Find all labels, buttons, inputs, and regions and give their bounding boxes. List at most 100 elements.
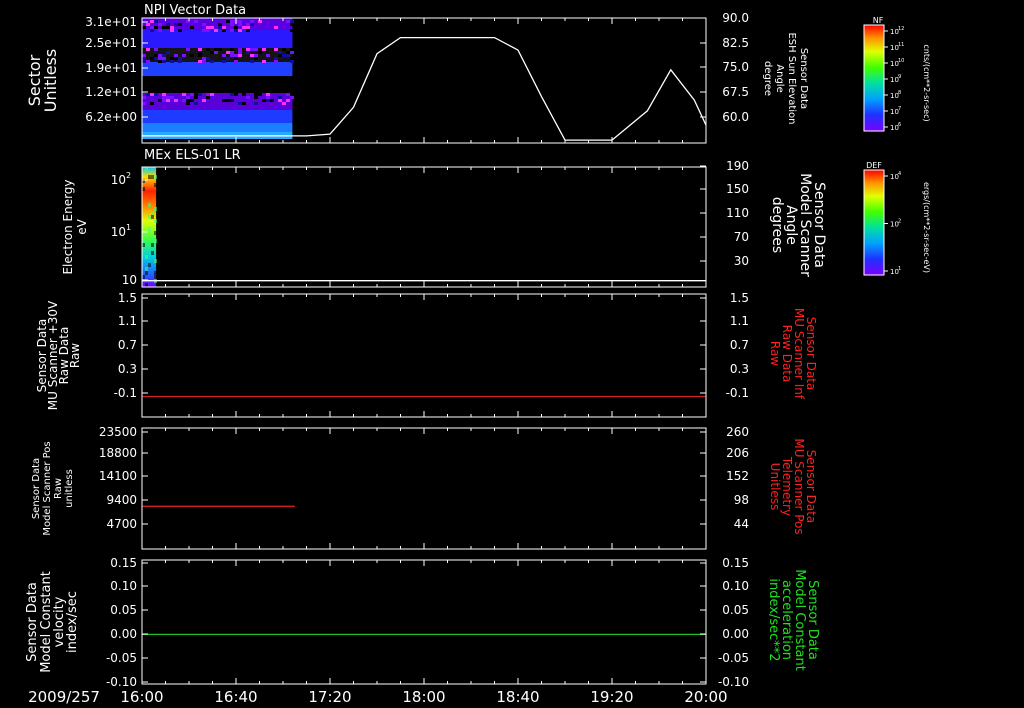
- panel-5-left-axis-title: index/sec: [65, 591, 80, 653]
- panel-2-frame: [141, 166, 707, 288]
- panel-2-left-tick-label: 10: [122, 273, 137, 287]
- panel-4-frame: [141, 427, 707, 550]
- panel-1-left-tick-label: 3.1e+01: [85, 15, 137, 29]
- panel-4-left-axis-title: unitless: [64, 469, 75, 508]
- time-tick-label: 16:00: [120, 688, 163, 706]
- colorbar-tick-exponent: 12: [898, 26, 904, 32]
- panel-1-right-axis-title: degree: [762, 61, 773, 96]
- panel-4-right-tick-label: 44: [734, 517, 749, 531]
- panel-2-right-axis-title: degrees: [769, 197, 785, 253]
- panel-3-right-tick-label: 1.5: [730, 291, 749, 305]
- panel-2-left-axis-title: eV: [75, 218, 89, 234]
- panel-3-right-tick-label: -0.1: [726, 386, 749, 400]
- panel-5-right-tick-label: 0.10: [722, 579, 749, 593]
- panel-5-right-tick-label: -0.10: [718, 675, 749, 689]
- colorbar-1: [863, 24, 885, 132]
- panel-2-right-tick-label: 150: [726, 182, 749, 196]
- colorbar-tick-exponent: 10: [898, 58, 904, 64]
- panel-5-left-axis-title: Sensor Data: [25, 582, 40, 662]
- panel-1-right-tick-label: 82.5: [722, 36, 749, 50]
- colorbar-unit: ergs/(cm**2-sr-sec-eV): [922, 182, 931, 273]
- panel-1-right-tick-label: 67.5: [722, 85, 749, 99]
- panel-3-left-tick-label: 0.7: [118, 338, 137, 352]
- panel-1-right-axis-title: ESH Sun Elevation: [786, 32, 797, 124]
- time-tick-label: 19:20: [590, 688, 633, 706]
- panel-4-left-axis-title: Sensor Data: [31, 458, 42, 519]
- panel-4-right-tick-label: 260: [726, 425, 749, 439]
- panel-5-right-tick-label: 0.15: [722, 556, 749, 570]
- panel-3-right-tick-label: 1.1: [730, 314, 749, 328]
- panel-2-left-tick-label: 10: [111, 173, 126, 187]
- panel-3-left-tick-label: 0.3: [118, 362, 137, 376]
- colorbar-tick-exponent: 11: [898, 42, 904, 48]
- panel-1-title: NPI Vector Data: [144, 3, 246, 18]
- panel-2-left-tick-label: 10: [111, 225, 126, 239]
- panel-5-left-tick-label: 0.05: [110, 603, 137, 617]
- panel-2-tick-exponent: 1: [126, 223, 131, 232]
- panel-1-left-axis-title: Unitless: [41, 49, 60, 113]
- panel-3-left-tick-label: 1.1: [118, 314, 137, 328]
- panel-4-right-tick-label: 152: [726, 469, 749, 483]
- colorbar-label: DEF: [866, 161, 882, 170]
- panel-2-right-tick-label: 70: [734, 230, 749, 244]
- panel-5-right-axis-title: index/sec**2: [766, 578, 781, 661]
- panel-4-left-tick-label: 23500: [99, 425, 137, 439]
- panel-4-left-tick-label: 14100: [99, 469, 137, 483]
- panel-1-right-axis-title: Sensor Data: [798, 48, 809, 109]
- panel-1-left-tick-label: 1.9e+01: [85, 61, 137, 75]
- panel-3-right-tick-label: 0.3: [730, 362, 749, 376]
- panel-1-left-tick-label: 1.2e+01: [85, 85, 137, 99]
- panel-5-frame: [141, 559, 707, 685]
- panel-3-left-tick-label: 1.5: [118, 291, 137, 305]
- colorbar-unit: cnts/(cm**2-sr-sec): [922, 44, 931, 121]
- panel-4-left-tick-label: 9400: [106, 493, 137, 507]
- colorbar-tick-exponent: 6: [898, 122, 901, 128]
- els-heatmap: [142, 167, 157, 287]
- panel-1-right-tick-label: 90.0: [722, 11, 749, 25]
- panel-5-left-tick-label: 0.15: [110, 556, 137, 570]
- panel-5-right-tick-label: 0.00: [722, 627, 749, 641]
- panel-4-left-tick-label: 18800: [99, 446, 137, 460]
- panel-1-right-axis-title: Angle: [774, 64, 785, 92]
- panel-4-right-axis-title: Unitless: [768, 463, 782, 511]
- time-tick-label: 20:00: [684, 688, 727, 706]
- npi-heatmap: [142, 18, 294, 143]
- time-tick-label: 17:20: [308, 688, 351, 706]
- panel-5-right-tick-label: -0.05: [718, 651, 749, 665]
- colorbar-2: [863, 169, 885, 276]
- time-tick-label: 18:00: [402, 688, 445, 706]
- panel-5-left-tick-label: 0.10: [110, 579, 137, 593]
- panel-2-right-tick-label: 110: [726, 206, 749, 220]
- panel-2-tick-exponent: 2: [126, 171, 131, 180]
- panel-3-left-tick-label: -0.1: [114, 386, 137, 400]
- panel-4-left-tick-label: 4700: [106, 517, 137, 531]
- colorbar-tick-exponent: 2: [898, 219, 901, 225]
- panel-4-left-axis-title: Model Scanner Pos: [42, 441, 53, 535]
- panel-3-frame: [141, 293, 707, 418]
- panel-2-right-tick-label: 30: [734, 254, 749, 268]
- colorbar-tick-exponent: 8: [898, 90, 901, 96]
- panel-5-left-tick-label: 0.00: [110, 627, 137, 641]
- panel-1-left-tick-label: 2.5e+01: [85, 36, 137, 50]
- colorbar-label: NF: [873, 16, 884, 25]
- colorbar-tick-exponent: 1: [898, 266, 901, 272]
- time-tick-label: 18:40: [496, 688, 539, 706]
- time-tick-label: 16:40: [214, 688, 257, 706]
- panel-2-left-axis-title: Electron Energy: [61, 179, 75, 274]
- panel-2-right-tick-label: 190: [726, 159, 749, 173]
- panel-4-left-axis-title: Raw: [53, 478, 64, 499]
- panel-4-right-tick-label: 98: [734, 493, 749, 507]
- panel-1-left-tick-label: 6.2e+00: [85, 110, 137, 124]
- multi-panel-time-series: NPI Vector Data MEx ELS-01 LR 3.1e+01 2.5e+…: [25, 3, 931, 706]
- panel-2-title: MEx ELS-01 LR: [144, 148, 241, 163]
- panel-3-left-axis-title: Raw: [68, 343, 82, 368]
- colorbar-tick-exponent: 9: [898, 74, 901, 80]
- panel-1-right-tick-label: 75.0: [722, 60, 749, 74]
- date-label: 2009/257: [28, 688, 100, 706]
- colorbar-tick-exponent: 4: [898, 171, 901, 177]
- panel-5-left-tick-label: -0.05: [106, 651, 137, 665]
- panel-5-right-tick-label: 0.05: [722, 603, 749, 617]
- colorbar-tick-exponent: 7: [898, 106, 901, 112]
- panel-1-right-tick-label: 60.0: [722, 110, 749, 124]
- panel-4-right-tick-label: 206: [726, 446, 749, 460]
